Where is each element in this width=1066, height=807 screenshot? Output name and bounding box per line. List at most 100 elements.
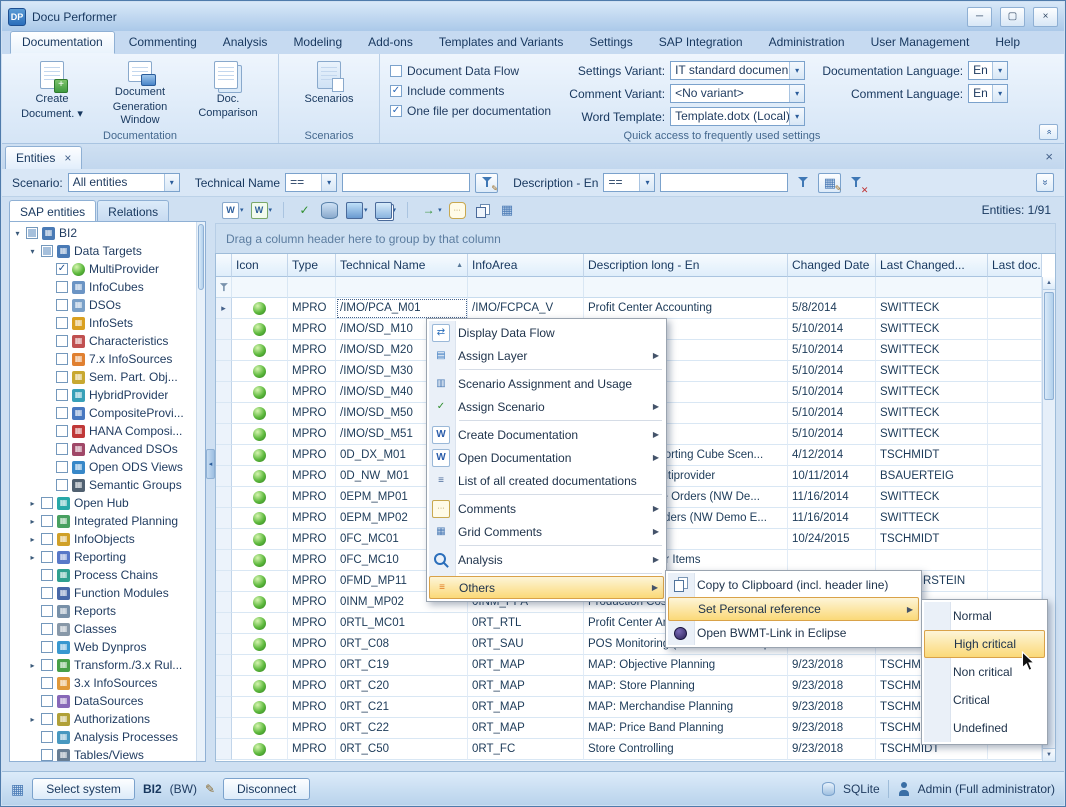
column-header[interactable]: Last doc. (988, 254, 1042, 277)
menu-item[interactable]: Copy to Clipboard (incl. header line) (668, 573, 919, 597)
setting-dropdown[interactable]: <No variant> (670, 84, 805, 103)
filter-editor-button[interactable]: ▦✎ (818, 173, 841, 193)
chevron-down-icon[interactable] (789, 108, 804, 125)
ribbon-checkbox[interactable]: Include comments (390, 84, 551, 98)
tree-checkbox[interactable] (56, 443, 68, 455)
menu-item[interactable]: Assign Scenario ▶ (429, 395, 664, 418)
chevron-down-icon[interactable] (789, 85, 804, 102)
chevron-down-icon[interactable] (639, 174, 654, 191)
tree-item[interactable]: ▾ Data Targets (10, 242, 195, 260)
ribbon-tab[interactable]: SAP Integration (647, 31, 755, 54)
chevron-down-icon[interactable] (992, 85, 1007, 102)
tree-item[interactable]: Function Modules (10, 584, 195, 602)
tree-expander-icon[interactable]: ▸ (28, 553, 37, 562)
toolbar-button[interactable]: ▾ (249, 201, 275, 220)
tree-checkbox[interactable] (41, 587, 53, 599)
tree-checkbox[interactable] (41, 713, 53, 725)
ribbon-tab[interactable]: Modeling (281, 31, 354, 54)
tree-expander-icon[interactable]: ▸ (28, 499, 37, 508)
tree-item[interactable]: Semantic Groups (10, 476, 195, 494)
tree-checkbox[interactable] (56, 317, 68, 329)
table-row[interactable]: MPRO 0RT_C22 0RT_MAP MAP: Price Band Pla… (216, 718, 1042, 739)
tree-checkbox[interactable] (41, 641, 53, 653)
tree-item[interactable]: 7.x InfoSources (10, 350, 195, 368)
tree-checkbox[interactable] (41, 533, 53, 545)
tree-item[interactable]: ▸ Transform./3.x Rul... (10, 656, 195, 674)
tree-checkbox[interactable] (41, 497, 53, 509)
toolbar-button[interactable] (472, 201, 494, 220)
create-document-button[interactable]: Create Document. ▾ (8, 57, 96, 128)
ribbon-tab[interactable]: Help (983, 31, 1032, 54)
column-header[interactable]: Type (288, 254, 336, 277)
apply-filter-button[interactable] (793, 173, 813, 193)
menu-item[interactable]: Undefined (924, 714, 1045, 742)
menu-item[interactable]: Others ▶ (429, 576, 664, 599)
scroll-up-icon[interactable]: ▲ (1043, 277, 1055, 290)
tree-item[interactable]: Characteristics (10, 332, 195, 350)
tree-expander-icon[interactable]: ▸ (28, 715, 37, 724)
chevron-down-icon[interactable] (321, 174, 336, 191)
menu-item[interactable]: Comments ▶ (429, 497, 664, 520)
select-system-button[interactable]: Select system (32, 778, 135, 800)
tree-expander-icon[interactable]: ▾ (28, 247, 37, 256)
scroll-down-icon[interactable]: ▼ (1043, 748, 1055, 761)
tree-checkbox[interactable] (56, 335, 68, 347)
tree-checkbox[interactable] (41, 569, 53, 581)
menu-item[interactable]: Assign Layer ▶ (429, 344, 664, 367)
setting-dropdown[interactable]: IT standard documen... (670, 61, 805, 80)
tree-checkbox[interactable] (41, 245, 53, 257)
description-operator-dropdown[interactable]: == (603, 173, 655, 192)
toolbar-button[interactable] (497, 201, 519, 220)
dropdown-arrow-icon[interactable]: ▾ (393, 206, 397, 214)
column-header[interactable] (216, 254, 232, 277)
tree-checkbox[interactable] (41, 731, 53, 743)
dropdown-arrow-icon[interactable]: ▾ (364, 206, 368, 214)
tree-checkbox[interactable] (41, 677, 53, 689)
column-header[interactable]: Description long - En (584, 254, 788, 277)
ribbon-tab[interactable]: Add-ons (356, 31, 425, 54)
dropdown-arrow-icon[interactable]: ▾ (269, 206, 273, 214)
tree-scrollbar[interactable] (196, 222, 205, 761)
checkbox-box[interactable] (390, 105, 402, 117)
tree-item[interactable]: Reports (10, 602, 195, 620)
tree-checkbox[interactable] (56, 407, 68, 419)
filter-cell[interactable] (216, 277, 232, 298)
dropdown-arrow-icon[interactable]: ▾ (438, 206, 442, 214)
language-dropdown[interactable]: En (968, 61, 1008, 80)
panel-splitter[interactable]: ◂ (206, 197, 215, 762)
ribbon-tab[interactable]: User Management (859, 31, 982, 54)
menu-item[interactable]: Analysis ▶ (429, 548, 664, 571)
ribbon-tab[interactable]: Administration (757, 31, 857, 54)
filter-cell[interactable] (988, 277, 1042, 298)
toolbar-button[interactable]: ▾ (373, 201, 399, 220)
tree-item[interactable]: Analysis Processes (10, 728, 195, 746)
table-row[interactable]: MPRO 0RT_C19 0RT_MAP MAP: Objective Plan… (216, 655, 1042, 676)
toolbar-button[interactable] (277, 201, 291, 219)
minimize-button[interactable]: ─ (967, 7, 992, 27)
column-header[interactable]: InfoArea (468, 254, 584, 277)
doc-comparison-button[interactable]: Doc. Comparison (184, 57, 272, 128)
tree-checkbox[interactable] (56, 281, 68, 293)
left-tab[interactable]: Relations (97, 200, 169, 222)
document-generation-window-button[interactable]: Document Generation Window (96, 57, 184, 128)
tree-item[interactable]: Advanced DSOs (10, 440, 195, 458)
ribbon-checkbox[interactable]: Document Data Flow (390, 64, 551, 78)
technical-name-filter-button[interactable]: ✎ (475, 173, 498, 193)
toolbar-button[interactable]: ▾ (344, 201, 370, 220)
tree-item[interactable]: HybridProvider (10, 386, 195, 404)
tree-item[interactable]: MultiProvider (10, 260, 195, 278)
tree-checkbox[interactable] (56, 425, 68, 437)
tree-checkbox[interactable] (41, 605, 53, 617)
tree-item[interactable]: Classes (10, 620, 195, 638)
toolbar-button[interactable] (401, 201, 415, 219)
toolbar-button[interactable] (319, 201, 341, 220)
tree-item[interactable]: ▸ InfoObjects (10, 530, 195, 548)
tree-item[interactable]: CompositeProvi... (10, 404, 195, 422)
filter-cell[interactable] (288, 277, 336, 298)
menu-item[interactable]: Open Documentation ▶ (429, 446, 664, 469)
tree-expander-icon[interactable]: ▸ (28, 661, 37, 670)
ribbon-tab[interactable]: Settings (577, 31, 644, 54)
toolbar-button[interactable]: ▾ (220, 201, 246, 220)
tree-checkbox[interactable] (41, 749, 53, 761)
dropdown-arrow-icon[interactable]: ▾ (240, 206, 244, 214)
